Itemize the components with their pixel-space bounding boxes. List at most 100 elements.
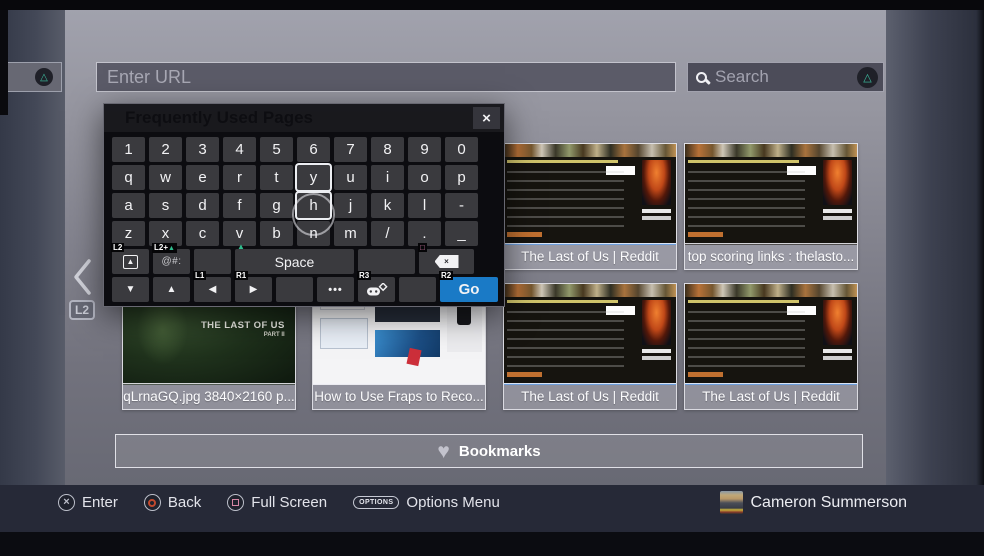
tile-last-of-us-reddit-1[interactable]: The Last of Us | Reddit [503, 143, 677, 270]
more-options-key[interactable]: ••• [317, 277, 354, 302]
cursor-down-key[interactable]: ▼ [112, 277, 149, 302]
thumb-art [507, 232, 542, 237]
key-6[interactable]: 6 [297, 137, 330, 162]
r2-badge: R2 [439, 271, 454, 280]
thumb-art [688, 311, 806, 373]
key-m[interactable]: m [334, 221, 367, 246]
key-_[interactable]: _ [445, 221, 478, 246]
key-n[interactable]: n [297, 221, 330, 246]
key-f[interactable]: f [223, 193, 256, 218]
tile-caption: The Last of Us | Reddit [504, 383, 676, 409]
search-input[interactable]: Search △ [687, 62, 884, 92]
key-j[interactable]: j [334, 193, 367, 218]
user-profile: Cameron Summerson [719, 491, 908, 514]
key-w[interactable]: w [149, 165, 182, 190]
square-button-badge: □ [418, 243, 427, 252]
square-glyph [232, 499, 240, 506]
key-s[interactable]: s [149, 193, 182, 218]
url-input[interactable]: Enter URL [96, 62, 676, 92]
key-2[interactable]: 2 [149, 137, 182, 162]
touchpad-input-key[interactable]: R3 [357, 271, 395, 302]
thumb-art [507, 300, 618, 303]
user-name: Cameron Summerson [750, 493, 908, 511]
search-icon [696, 71, 707, 83]
ps4-browser-screen: △ Enter URL Search △ Frequently Used Pag… [0, 0, 984, 556]
hint-back: Back [143, 491, 201, 514]
blank-key[interactable] [276, 277, 313, 302]
go-key[interactable]: R2 Go [439, 271, 498, 302]
key-q[interactable]: q [112, 165, 145, 190]
go-label: Go [458, 281, 480, 298]
key-h[interactable]: h [297, 193, 330, 218]
options-button-icon: OPTIONS [353, 496, 400, 509]
triangle-glyph: △ [40, 71, 48, 83]
key-/[interactable]: / [371, 221, 404, 246]
space-key[interactable]: ▲ Space [235, 242, 354, 274]
left-arrow-icon: ◀ [208, 284, 217, 295]
top-black-bar [0, 0, 984, 10]
key-y[interactable]: y [297, 165, 330, 190]
key-0[interactable]: 0 [445, 137, 478, 162]
keyboard-character-rows: 1 2 3 4 5 6 7 8 9 0 q w e r t y u i o p a s d f g h j k l - z x c v b n m /. _ [112, 137, 504, 246]
thumb-art [319, 318, 369, 349]
blank-key[interactable] [399, 277, 436, 302]
key-r[interactable]: r [223, 165, 256, 190]
bookmarks-button[interactable]: ♥ Bookmarks [115, 434, 863, 468]
thumb-title-text: THE LAST OF US PART II [201, 320, 285, 338]
cursor-left-key[interactable]: L1 ◀ [193, 271, 231, 302]
key-8[interactable]: 8 [371, 137, 404, 162]
close-button[interactable]: × [473, 107, 500, 129]
tile-caption: How to Use Fraps to Reco... [313, 383, 485, 409]
key-i[interactable]: i [371, 165, 404, 190]
key-9[interactable]: 9 [408, 137, 441, 162]
key-k[interactable]: k [371, 193, 404, 218]
key-4[interactable]: 4 [223, 137, 256, 162]
shift-key[interactable]: L2 ▲ [111, 243, 149, 274]
triangle-glyph: △ [863, 71, 872, 84]
key-g[interactable]: g [260, 193, 293, 218]
thumb-art [822, 349, 852, 353]
onscreen-keyboard: × 1 2 3 4 5 6 7 8 9 0 q w e r t y u i o p a s d f g h j k l - z x c v b n m /… [103, 103, 505, 307]
key-1[interactable]: 1 [112, 137, 145, 162]
circle-button-icon [143, 494, 161, 511]
keyboard-row: asdfghjkl- [112, 193, 478, 218]
l2-triangle-badge: L2+▲ [152, 243, 177, 253]
cursor-up-key[interactable]: ▲ [153, 277, 190, 302]
triangle-button-icon[interactable]: △ [857, 66, 878, 88]
avatar [719, 491, 743, 514]
square-button-icon [227, 494, 245, 511]
thumb-art [406, 347, 422, 366]
key--[interactable]: - [445, 193, 478, 218]
key-5[interactable]: 5 [260, 137, 293, 162]
key-a[interactable]: a [112, 193, 145, 218]
tile-thumbnail [504, 144, 676, 245]
key-o[interactable]: o [408, 165, 441, 190]
key-l[interactable]: l [408, 193, 441, 218]
heart-icon: ♥ [437, 439, 450, 463]
prev-page-chevron[interactable] [70, 256, 94, 303]
key-c[interactable]: c [186, 221, 219, 246]
r3-badge: R3 [357, 271, 372, 280]
tile-top-scoring-links[interactable]: top scoring links : thelasto... [684, 143, 858, 270]
cursor-right-key[interactable]: R1 ▶ [234, 271, 272, 302]
key-7[interactable]: 7 [334, 137, 367, 162]
key-d[interactable]: d [186, 193, 219, 218]
key-t[interactable]: t [260, 165, 293, 190]
keyboard-row: L2 ▲ L2+▲ @#: ▲ Space □ × [111, 242, 492, 274]
keyboard-row: qwertyuiop [112, 165, 478, 190]
key-b[interactable]: b [260, 221, 293, 246]
key-e[interactable]: e [186, 165, 219, 190]
tile-last-of-us-reddit-2[interactable]: The Last of Us | Reddit [503, 283, 677, 410]
symbols-key[interactable]: L2+▲ @#: [152, 243, 190, 274]
down-arrow-icon: ▼ [125, 284, 136, 295]
tile-last-of-us-reddit-3[interactable]: The Last of Us | Reddit [684, 283, 858, 410]
hint-enter: × Enter [58, 491, 118, 514]
key-u[interactable]: u [334, 165, 367, 190]
tile-thumbnail [685, 284, 857, 385]
l2-shoulder-hint: L2 [69, 300, 96, 320]
key-3[interactable]: 3 [186, 137, 219, 162]
key-p[interactable]: p [445, 165, 478, 190]
gamepad-icon [366, 282, 388, 295]
tile-caption: top scoring links : thelasto... [685, 243, 857, 269]
fullscreen-hint-label: Full Screen [251, 494, 328, 511]
